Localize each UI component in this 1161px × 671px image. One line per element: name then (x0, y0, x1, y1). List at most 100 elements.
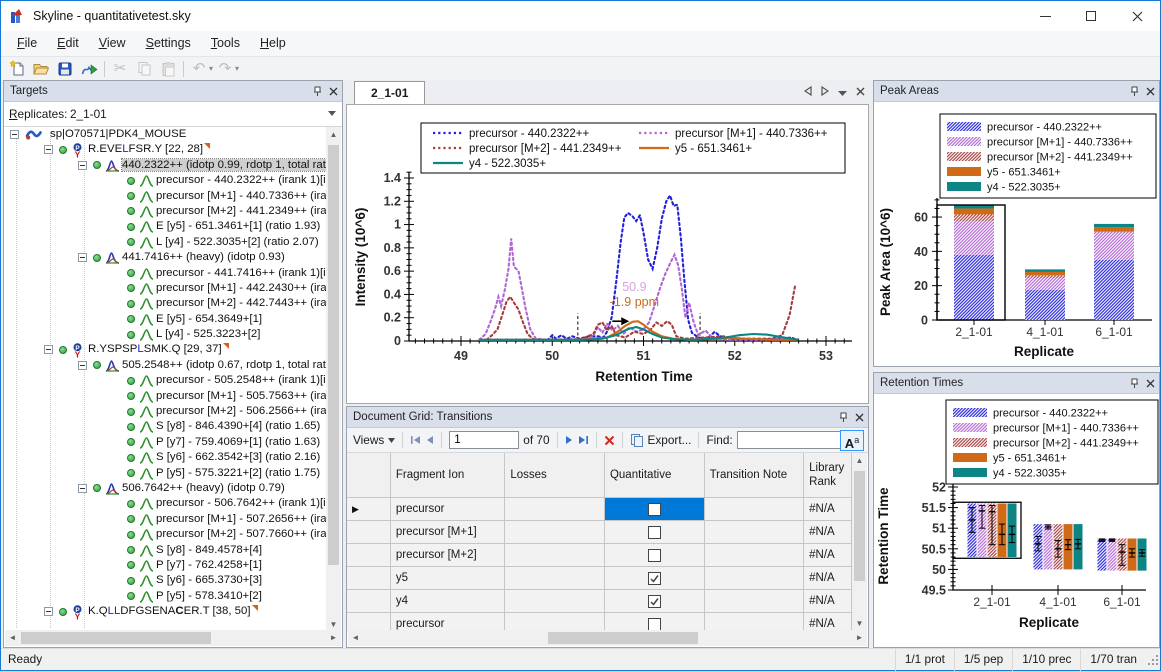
library-rank-cell[interactable]: #N/A (804, 613, 852, 631)
tree-item-transition[interactable]: S [y6] - 662.3542+[3] (ratio 2.16) (4, 450, 326, 465)
tree-item-transition[interactable]: S [y8] - 849.4578+[4] (4, 543, 326, 558)
table-row[interactable]: precursor [M+2] #N/A (347, 544, 852, 567)
delete-icon[interactable] (604, 435, 615, 446)
collapse-toggle-icon[interactable] (78, 361, 87, 370)
collapse-toggle-icon[interactable] (10, 130, 19, 139)
tree-item-transition[interactable]: precursor [M+1] - 507.2656++ (irank 2)[i… (4, 512, 326, 527)
library-rank-cell[interactable]: #N/A (804, 567, 852, 589)
new-document-button[interactable] (5, 58, 29, 79)
quantitative-checkbox[interactable] (648, 595, 661, 608)
close-panel-icon[interactable] (1146, 87, 1155, 96)
match-case-button[interactable]: Aa (840, 430, 864, 451)
next-chart-icon[interactable] (821, 85, 829, 99)
tree-item-protein[interactable]: sp|O70571|PDK4_MOUSE (4, 127, 326, 142)
quantitative-checkbox[interactable] (648, 503, 661, 516)
quantitative-cell[interactable] (605, 613, 705, 631)
fragment-ion-cell[interactable]: precursor (391, 613, 506, 631)
scroll-left-icon[interactable]: ◄ (348, 630, 363, 645)
record-position-input[interactable] (449, 431, 519, 449)
find-input[interactable] (737, 431, 845, 449)
quantitative-checkbox[interactable] (648, 572, 661, 585)
library-rank-cell[interactable]: #N/A (804, 521, 852, 543)
tree-item-transition[interactable]: S [y8] - 846.4390+[4] (ratio 1.65) (4, 419, 326, 434)
library-rank-cell[interactable]: #N/A (804, 590, 852, 612)
transition-note-cell[interactable] (705, 544, 805, 566)
row-indicator-cell[interactable] (347, 613, 391, 631)
pin-icon[interactable] (1130, 378, 1139, 389)
undo-button[interactable]: ↶ (187, 58, 211, 79)
quantitative-checkbox[interactable] (648, 618, 661, 631)
transition-note-cell[interactable] (705, 498, 805, 520)
retention-times-chart[interactable]: 49.55050.55151.5522_1-014_1-016_1-01prec… (874, 394, 1159, 650)
tree-item-transition[interactable]: precursor [M+2] - 442.7443++ (irank 3)[i… (4, 296, 326, 311)
tree-item-transition[interactable]: S [y6] - 665.3730+[3] (4, 573, 326, 588)
column-header[interactable]: Library Rank (804, 453, 852, 497)
tree-item-peptide[interactable]: PYK.QLLDFGSENACER.T [38, 50] (4, 604, 326, 619)
tree-item-peptide[interactable]: PYR.YSPSPLSMK.Q [29, 37] (4, 342, 326, 357)
fragment-ion-cell[interactable]: precursor (391, 498, 506, 520)
row-indicator-cell[interactable] (347, 590, 391, 612)
close-button[interactable] (1114, 1, 1160, 31)
quantitative-cell[interactable] (605, 498, 705, 520)
menu-tools[interactable]: Tools (201, 31, 250, 56)
scroll-up-icon[interactable]: ▲ (852, 453, 867, 468)
prev-chart-icon[interactable] (804, 85, 812, 99)
menu-edit[interactable]: Edit (47, 31, 89, 56)
views-dropdown-icon[interactable] (388, 438, 395, 443)
copy-icon[interactable] (630, 433, 644, 447)
menu-file[interactable]: File (7, 31, 47, 56)
save-button[interactable] (53, 58, 77, 79)
export-button[interactable]: Export... (648, 433, 692, 447)
open-button[interactable] (29, 58, 53, 79)
chromatogram-tab[interactable]: 2_1-01 (354, 81, 425, 104)
table-row[interactable]: y4 #N/A (347, 590, 852, 613)
quantitative-cell[interactable] (605, 567, 705, 589)
scroll-up-icon[interactable]: ▲ (326, 127, 341, 142)
quantitative-cell[interactable] (605, 521, 705, 543)
grid-vertical-scrollbar[interactable]: ▲▼ (852, 453, 867, 631)
fragment-ion-cell[interactable]: y4 (391, 590, 506, 612)
scrollbar-thumb[interactable] (854, 471, 865, 581)
peak-areas-chart[interactable]: 02040602_1-014_1-016_1-01precursor - 440… (874, 102, 1159, 369)
transition-note-cell[interactable] (705, 521, 805, 543)
scroll-left-icon[interactable]: ◄ (5, 630, 20, 645)
table-row[interactable]: y5#N/A (347, 567, 852, 590)
collapse-toggle-icon[interactable] (78, 484, 87, 493)
tree-item-transition[interactable]: P [y7] - 762.4258+[1] (4, 558, 326, 573)
tree-item-transition[interactable]: precursor - 505.2548++ (irank 1)[i 2] (4, 373, 326, 388)
next-record-button[interactable] (565, 435, 574, 445)
tree-item-transition[interactable]: precursor - 506.7642++ (irank 1)[i 2] (4, 496, 326, 511)
first-record-button[interactable] (410, 435, 421, 445)
scroll-down-icon[interactable]: ▼ (852, 616, 867, 631)
pin-icon[interactable] (839, 412, 848, 423)
losses-cell[interactable] (505, 590, 605, 612)
targets-vertical-scrollbar[interactable]: ▲▼ (326, 127, 341, 632)
losses-cell[interactable] (505, 521, 605, 543)
tree-item-transition[interactable]: precursor [M+1] - 440.7336++ (irank 2)[i… (4, 189, 326, 204)
column-header[interactable]: Losses (505, 453, 605, 497)
close-chart-icon[interactable] (856, 85, 865, 99)
menu-view[interactable]: View (89, 31, 136, 56)
tree-item-precursor[interactable]: 440.2322++ (idotp 0.99, rdotp 1, total r… (4, 158, 326, 173)
tree-item-transition[interactable]: precursor [M+2] - 441.2349++ (irank 3)[i… (4, 204, 326, 219)
scroll-right-icon[interactable]: ► (852, 630, 867, 645)
column-header[interactable]: Transition Note (705, 453, 805, 497)
fragment-ion-cell[interactable]: precursor [M+2] (391, 544, 506, 566)
row-indicator-cell[interactable] (347, 567, 391, 589)
fragment-ion-cell[interactable]: precursor [M+1] (391, 521, 506, 543)
transition-note-cell[interactable] (705, 613, 805, 631)
chromatogram-chart[interactable]: 495051525300.20.40.60.811.21.450.9-1.9 p… (346, 104, 869, 404)
tree-item-transition[interactable]: precursor - 440.2322++ (irank 1)[i 1] (4, 173, 326, 188)
menu-settings[interactable]: Settings (136, 31, 201, 56)
previous-record-button[interactable] (425, 435, 434, 445)
views-button[interactable]: Views (353, 433, 384, 447)
tree-item-peptide[interactable]: PYR.EVELFSR.Y [22, 28] (4, 142, 326, 157)
close-panel-icon[interactable] (329, 87, 338, 96)
library-rank-cell[interactable]: #N/A (804, 498, 852, 520)
library-rank-cell[interactable]: #N/A (804, 544, 852, 566)
losses-cell[interactable] (505, 544, 605, 566)
chart-menu-dropdown-icon[interactable] (838, 85, 847, 99)
tree-item-transition[interactable]: L [y4] - 522.3035+[2] (ratio 2.07) (4, 235, 326, 250)
minimize-button[interactable] (1022, 1, 1068, 31)
column-header[interactable] (347, 453, 391, 497)
